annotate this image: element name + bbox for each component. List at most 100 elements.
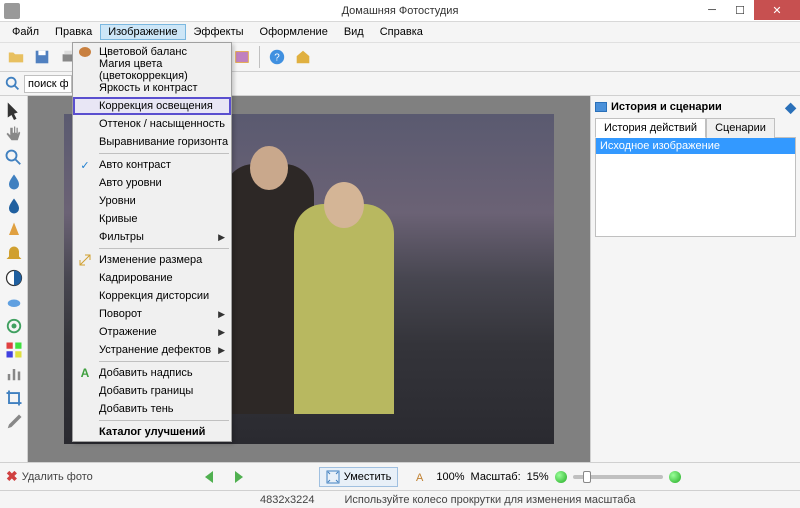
slider-thumb[interactable] bbox=[583, 471, 591, 483]
panel-collapse-icon[interactable]: ◆ bbox=[785, 99, 796, 116]
menu-item[interactable]: Изменение размера bbox=[73, 251, 231, 269]
drop-tool-2[interactable] bbox=[4, 196, 24, 216]
menu-item-label: Оттенок / насыщенность bbox=[99, 118, 225, 130]
frame-button-3[interactable] bbox=[230, 45, 254, 69]
scale-label: Масштаб: bbox=[471, 471, 521, 483]
pointer-tool[interactable] bbox=[4, 100, 24, 120]
menu-view[interactable]: Вид bbox=[336, 24, 372, 40]
menu-item-label: Коррекция освещения bbox=[99, 100, 213, 112]
crop-tool[interactable] bbox=[4, 388, 24, 408]
menu-item[interactable]: ✓ Авто контраст bbox=[73, 156, 231, 174]
panel-header: История и сценарии ◆ bbox=[595, 98, 796, 116]
tab-scenarios[interactable]: Сценарии bbox=[706, 118, 775, 138]
menu-item-label: Отражение bbox=[99, 326, 157, 338]
history-item[interactable]: Исходное изображение bbox=[596, 138, 795, 154]
menu-item[interactable]: Кадрирование bbox=[73, 269, 231, 287]
menu-item-label: Фильтры bbox=[99, 231, 144, 243]
menu-item[interactable]: Устранение дефектов▶ bbox=[73, 341, 231, 359]
zoom-slider[interactable] bbox=[573, 475, 663, 479]
submenu-arrow-icon: ▶ bbox=[218, 327, 225, 338]
menu-decoration[interactable]: Оформление bbox=[252, 24, 336, 40]
menu-effects[interactable]: Эффекты bbox=[186, 24, 252, 40]
app-icon bbox=[4, 3, 20, 19]
home-button[interactable] bbox=[291, 45, 315, 69]
minimize-button[interactable]: ─ bbox=[698, 0, 726, 20]
eyedropper-tool[interactable] bbox=[4, 412, 24, 432]
panel-tabs: История действий Сценарии bbox=[595, 118, 796, 138]
zoom-tool[interactable] bbox=[4, 148, 24, 168]
menu-item[interactable]: Яркость и контраст bbox=[73, 79, 231, 97]
zoom-actual-icon[interactable]: A bbox=[416, 470, 430, 484]
cloud-tool[interactable] bbox=[4, 292, 24, 312]
search-input[interactable] bbox=[24, 75, 72, 93]
menu-item[interactable]: AДобавить надпись bbox=[73, 364, 231, 382]
menu-item-label: Цветовой баланс bbox=[99, 46, 187, 58]
hand-tool[interactable] bbox=[4, 124, 24, 144]
drop-tool-1[interactable] bbox=[4, 172, 24, 192]
fit-button[interactable]: Уместить bbox=[319, 467, 399, 487]
menu-item-label: Добавить границы bbox=[99, 385, 193, 397]
menu-item-label: Устранение дефектов bbox=[99, 344, 211, 356]
menu-item[interactable]: Каталог улучшений bbox=[73, 423, 231, 441]
menu-item[interactable]: Коррекция дисторсии bbox=[73, 287, 231, 305]
menubar: Файл Правка Изображение Эффекты Оформлен… bbox=[0, 22, 800, 42]
menu-image[interactable]: Изображение bbox=[100, 24, 185, 40]
status-dimensions: 4832x3224 bbox=[260, 494, 314, 506]
window-title: Домашняя Фотостудия bbox=[342, 5, 459, 17]
menu-item[interactable]: Оттенок / насыщенность bbox=[73, 115, 231, 133]
menu-divider bbox=[99, 420, 229, 421]
menu-item[interactable]: Добавить границы bbox=[73, 382, 231, 400]
menu-item[interactable]: Авто уровни bbox=[73, 174, 231, 192]
delete-photo-button[interactable]: ✖ Удалить фото bbox=[6, 468, 93, 485]
menu-item-label: Кривые bbox=[99, 213, 138, 225]
menu-edit[interactable]: Правка bbox=[47, 24, 100, 40]
zoom-in-button[interactable] bbox=[669, 471, 681, 483]
contrast-tool[interactable] bbox=[4, 268, 24, 288]
window-controls: ─ ☐ ✕ bbox=[698, 0, 800, 20]
resize-icon bbox=[77, 252, 93, 268]
menu-item[interactable]: Магия цвета (цветокоррекция) bbox=[73, 61, 231, 79]
svg-text:?: ? bbox=[274, 53, 280, 64]
bottom-bar: ✖ Удалить фото Уместить A 100% Масштаб: … bbox=[0, 462, 800, 490]
menu-item[interactable]: Выравнивание горизонта bbox=[73, 133, 231, 151]
menu-item[interactable]: Коррекция освещения bbox=[73, 97, 231, 115]
history-list: Исходное изображение bbox=[595, 137, 796, 237]
cone-tool[interactable] bbox=[4, 220, 24, 240]
text-icon: A bbox=[77, 365, 93, 381]
menu-item[interactable]: Кривые bbox=[73, 210, 231, 228]
menu-item[interactable]: Добавить тень bbox=[73, 400, 231, 418]
prev-button[interactable] bbox=[201, 468, 223, 486]
bell-tool[interactable] bbox=[4, 244, 24, 264]
menu-item[interactable]: Отражение ▶ bbox=[73, 323, 231, 341]
levels-tool[interactable] bbox=[4, 364, 24, 384]
color-tool[interactable] bbox=[4, 340, 24, 360]
submenu-arrow-icon: ▶ bbox=[218, 309, 225, 320]
close-button[interactable]: ✕ bbox=[754, 0, 800, 20]
tab-history[interactable]: История действий bbox=[595, 118, 706, 138]
save-button[interactable] bbox=[30, 45, 54, 69]
help-button[interactable]: ? bbox=[265, 45, 289, 69]
search-icon bbox=[4, 75, 22, 93]
palette-icon bbox=[77, 44, 93, 60]
menu-item[interactable]: Уровни bbox=[73, 192, 231, 210]
open-folder-button[interactable] bbox=[4, 45, 28, 69]
target-tool[interactable] bbox=[4, 316, 24, 336]
menu-item[interactable]: Поворот▶ bbox=[73, 305, 231, 323]
menu-help[interactable]: Справка bbox=[372, 24, 431, 40]
menu-item-label: Авто контраст bbox=[99, 159, 171, 171]
menu-file[interactable]: Файл bbox=[4, 24, 47, 40]
menu-item-label: Коррекция дисторсии bbox=[99, 290, 209, 302]
right-panel: История и сценарии ◆ История действий Сц… bbox=[590, 96, 800, 462]
next-button[interactable] bbox=[229, 468, 251, 486]
menu-item-label: Кадрирование bbox=[99, 272, 173, 284]
separator bbox=[259, 46, 260, 68]
panel-icon bbox=[595, 102, 607, 112]
delete-icon: ✖ bbox=[6, 468, 18, 485]
maximize-button[interactable]: ☐ bbox=[726, 0, 754, 20]
check-icon: ✓ bbox=[77, 157, 93, 173]
titlebar: Домашняя Фотостудия ─ ☐ ✕ bbox=[0, 0, 800, 22]
menu-divider bbox=[99, 248, 229, 249]
menu-divider bbox=[99, 153, 229, 154]
menu-item[interactable]: Фильтры▶ bbox=[73, 228, 231, 246]
zoom-out-button[interactable] bbox=[555, 471, 567, 483]
